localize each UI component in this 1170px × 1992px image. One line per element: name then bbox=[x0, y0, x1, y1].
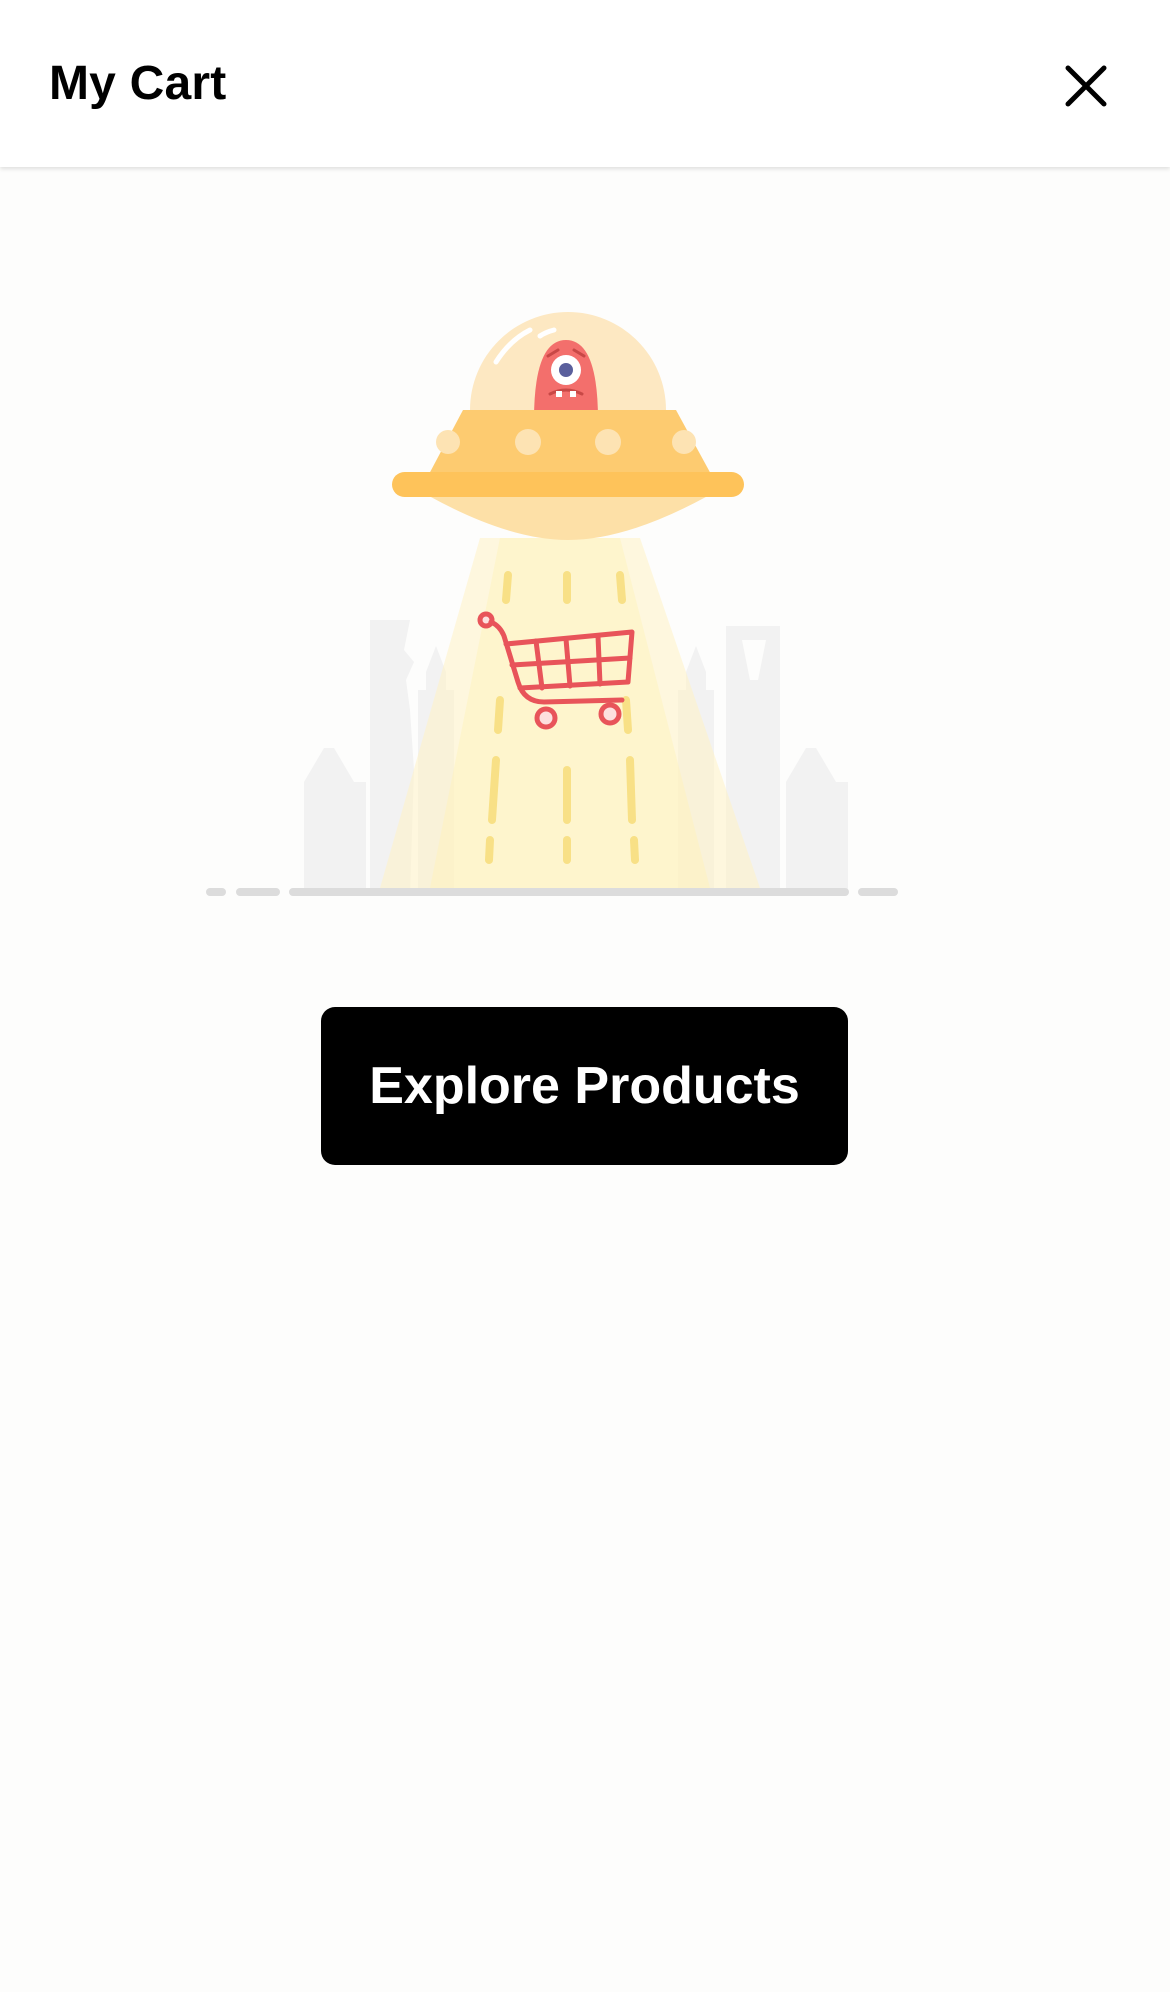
page-title: My Cart bbox=[49, 57, 227, 110]
close-button[interactable] bbox=[1056, 56, 1116, 116]
explore-products-button[interactable]: Explore Products bbox=[321, 1007, 848, 1165]
ufo-saucer-body bbox=[428, 410, 712, 476]
close-icon bbox=[1065, 65, 1107, 107]
ufo-rim bbox=[392, 472, 744, 497]
header-bar: My Cart bbox=[0, 0, 1170, 167]
empty-cart-illustration bbox=[200, 300, 920, 910]
